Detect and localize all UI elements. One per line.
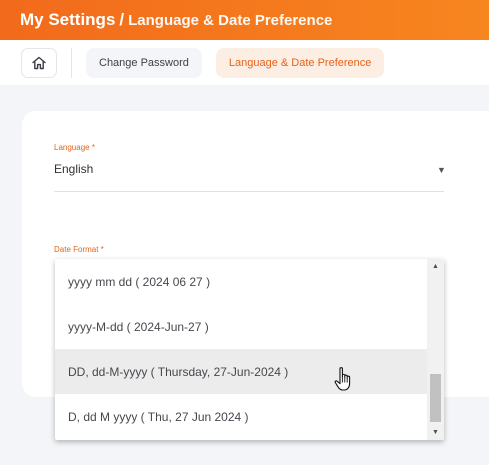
date-format-option-hovered[interactable]: DD, dd-M-yyyy ( Thursday, 27-Jun-2024 ) xyxy=(55,349,427,394)
page-subtitle: Language & Date Preference xyxy=(128,11,333,29)
date-format-option[interactable]: yyyy mm dd ( 2024 06 27 ) xyxy=(55,259,427,304)
page-title: My Settings xyxy=(20,10,116,29)
tab-change-password[interactable]: Change Password xyxy=(86,47,202,78)
date-format-option[interactable]: D, dd M yyyy ( Thu, 27 Jun 2024 ) xyxy=(55,394,427,439)
home-icon xyxy=(32,56,46,69)
subnav-divider xyxy=(71,47,72,78)
settings-subnav: Change Password Language & Date Preferen… xyxy=(0,40,489,85)
language-underline xyxy=(54,191,444,192)
home-button[interactable] xyxy=(21,47,57,78)
language-select[interactable]: English xyxy=(54,162,93,176)
language-label: Language * xyxy=(54,143,95,152)
hand-pointer-cursor-icon xyxy=(334,367,351,391)
scrollbar-thumb[interactable] xyxy=(430,374,441,422)
caret-down-icon[interactable]: ▼ xyxy=(437,165,446,175)
title-separator: / xyxy=(119,10,125,29)
scroll-down-arrow-icon[interactable]: ▼ xyxy=(427,425,444,440)
page-header: My Settings / Language & Date Preference xyxy=(0,0,489,40)
date-format-option[interactable]: yyyy-M-dd ( 2024-Jun-27 ) xyxy=(55,304,427,349)
tab-language-date-preference[interactable]: Language & Date Preference xyxy=(215,47,385,78)
date-format-listbox[interactable]: yyyy mm dd ( 2024 06 27 ) yyyy-M-dd ( 20… xyxy=(55,259,444,440)
scroll-up-arrow-icon[interactable]: ▲ xyxy=(427,259,444,274)
date-format-label: Date Format * xyxy=(54,245,104,254)
listbox-scrollbar[interactable]: ▲ ▼ xyxy=(427,259,444,440)
